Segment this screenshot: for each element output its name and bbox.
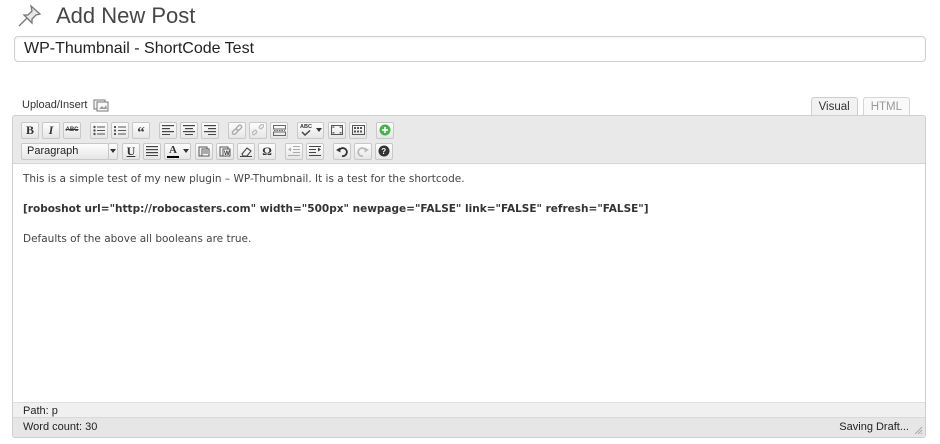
blockquote-button[interactable]: “ — [132, 121, 150, 141]
insert-link-button[interactable] — [228, 121, 246, 139]
status-bar: Word count: 30 Saving Draft... — [13, 417, 925, 437]
element-path: Path: p — [23, 405, 58, 417]
post-editor: B I ABC “ ABC Paragraph U A W Ω ? This i… — [12, 115, 926, 438]
align-justify-icon — [146, 146, 158, 156]
indent-icon — [309, 146, 321, 156]
unlink-button[interactable] — [249, 121, 267, 139]
outdent-button[interactable] — [285, 142, 303, 160]
read-more-icon — [272, 124, 286, 136]
indent-button[interactable] — [306, 142, 324, 160]
color-swatch — [167, 155, 179, 158]
content-paragraph: This is a simple test of my new plugin –… — [23, 173, 465, 185]
bold-button[interactable]: B — [21, 121, 39, 139]
italic-button[interactable]: I — [42, 121, 60, 139]
draft-status: Saving Draft... — [839, 421, 909, 433]
align-center-icon — [183, 125, 195, 135]
help-icon: ? — [378, 145, 390, 157]
unlink-icon — [252, 124, 264, 136]
omega-label: Ω — [262, 143, 272, 158]
paste-word-button[interactable]: W — [216, 142, 234, 160]
fullscreen-button[interactable] — [328, 121, 346, 139]
kitchen-sink-icon — [351, 125, 365, 135]
justify-button[interactable] — [143, 142, 161, 160]
text-color-button[interactable]: A — [164, 142, 182, 160]
align-center-button[interactable] — [180, 121, 198, 139]
eraser-icon — [240, 146, 252, 157]
bullet-list-icon — [93, 125, 105, 135]
align-left-button[interactable] — [159, 121, 177, 139]
outdent-icon — [288, 146, 300, 156]
numbered-list-button[interactable] — [111, 121, 129, 139]
bullet-list-button[interactable] — [90, 121, 108, 139]
post-title-input[interactable] — [14, 36, 926, 62]
redo-icon — [357, 146, 369, 157]
toolbar-row-2: Paragraph U A W Ω ? — [21, 141, 396, 161]
shortcode-paragraph: [roboshot url="http://robocasters.com" w… — [23, 203, 649, 215]
strikethrough-button[interactable]: ABC — [63, 121, 81, 139]
upload-insert-label: Upload/Insert — [22, 99, 88, 111]
paste-text-button[interactable] — [195, 142, 213, 160]
page-header: Add New Post — [16, 2, 195, 30]
redo-button[interactable] — [354, 142, 372, 160]
resize-handle-icon[interactable] — [914, 426, 923, 435]
paste-text-icon — [198, 146, 210, 157]
undo-icon — [336, 146, 348, 157]
remove-format-button[interactable] — [237, 142, 255, 160]
text-color-label: A — [169, 143, 177, 156]
align-right-icon — [204, 125, 216, 135]
plus-circle-icon — [379, 124, 391, 136]
paste-word-icon: W — [219, 146, 231, 157]
pushpin-icon — [18, 4, 42, 27]
bold-label: B — [25, 122, 34, 137]
svg-text:W: W — [224, 151, 230, 157]
upload-insert[interactable]: Upload/Insert — [22, 98, 109, 112]
help-button[interactable]: ? — [375, 142, 393, 160]
underline-label: U — [126, 143, 136, 158]
page-title: Add New Post — [56, 3, 196, 28]
strike-label: ABC — [65, 127, 79, 133]
link-icon — [231, 124, 243, 136]
format-value: Paragraph — [27, 145, 79, 157]
content-paragraph: Defaults of the above all booleans are t… — [23, 233, 252, 245]
underline-button[interactable]: U — [122, 142, 140, 160]
text-color-dropdown[interactable] — [181, 142, 191, 160]
italic-label: I — [48, 122, 54, 137]
align-left-icon — [162, 125, 174, 135]
kitchen-sink-button[interactable] — [349, 121, 367, 139]
format-select[interactable]: Paragraph — [21, 142, 109, 160]
toolbar-row-1: B I ABC “ ABC — [21, 120, 397, 140]
editor-content[interactable]: This is a simple test of my new plugin –… — [23, 172, 649, 262]
word-count: Word count: 30 — [23, 421, 98, 433]
fullscreen-icon — [331, 125, 343, 135]
spellcheck-button[interactable]: ABC — [297, 121, 315, 139]
svg-text:?: ? — [381, 147, 386, 156]
format-dropdown[interactable] — [108, 142, 118, 160]
align-right-button[interactable] — [201, 121, 219, 139]
insert-more-button[interactable] — [270, 121, 288, 139]
undo-button[interactable] — [333, 142, 351, 160]
numbered-list-icon — [114, 125, 126, 135]
spellcheck-dropdown[interactable] — [314, 121, 324, 139]
add-media-button[interactable] — [376, 121, 394, 139]
quote-label: “ — [137, 124, 145, 141]
editor-toolbar: B I ABC “ ABC Paragraph U A W Ω ? — [13, 116, 925, 164]
checkmark-icon — [301, 130, 311, 136]
add-media-icon[interactable] — [93, 98, 109, 112]
special-character-button[interactable]: Ω — [258, 142, 276, 160]
path-bar: Path: p — [13, 402, 925, 418]
